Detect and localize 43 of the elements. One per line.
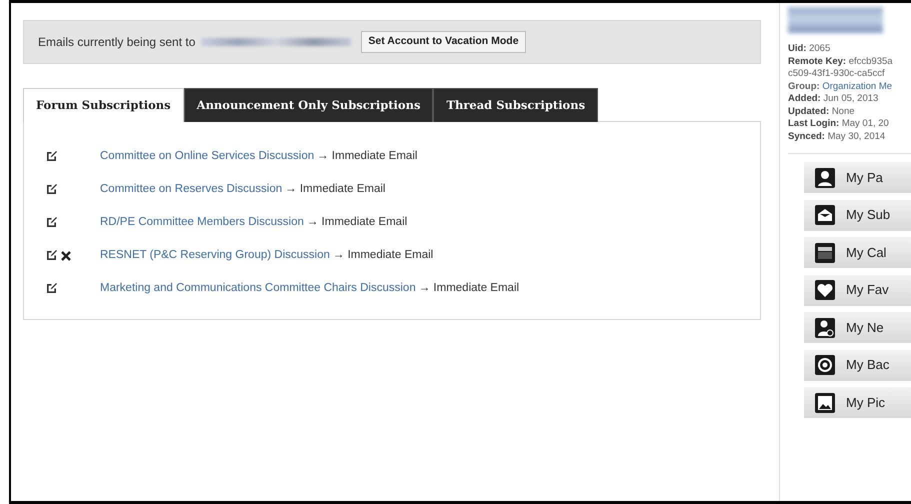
menu-button[interactable]: My Bac xyxy=(804,350,911,380)
edit-icon[interactable] xyxy=(46,283,57,294)
delivery-text: → Immediate Email xyxy=(306,214,408,230)
detail-line: Synced: May 30, 2014 xyxy=(788,130,886,143)
edit-icon[interactable] xyxy=(46,217,57,228)
edit-icon[interactable] xyxy=(46,250,57,261)
edit-icon[interactable] xyxy=(46,151,57,162)
calendar-icon xyxy=(814,242,836,264)
edit-icon[interactable] xyxy=(46,184,57,195)
tab[interactable]: Announcement Only Subscriptions xyxy=(184,88,434,122)
forum-link[interactable]: Marketing and Communications Committee Chairs Discussion xyxy=(100,280,416,298)
detail-line: Remote Key: efccb935a xyxy=(788,56,894,68)
tab[interactable]: Thread Subscriptions xyxy=(433,88,598,122)
detail-line: Uid: 2065 xyxy=(788,43,832,56)
detail-label: Group: xyxy=(788,80,820,92)
forum-link[interactable]: Committee on Online Services Discussion xyxy=(100,148,314,166)
menu-button[interactable]: My Pic xyxy=(804,387,911,418)
forum-link[interactable]: RD/PE Committee Members Discussion xyxy=(100,214,304,232)
envelope-icon xyxy=(814,204,836,226)
picture-icon xyxy=(814,392,836,414)
vacation-mode-button[interactable]: Set Account to Vacation Mode xyxy=(361,31,526,53)
menu-button[interactable]: My Ne xyxy=(804,312,911,343)
forum-link[interactable]: RESNET (P&C Reserving Group) Discussion xyxy=(100,246,330,264)
menu-button[interactable]: My Pa xyxy=(804,162,911,193)
badge-icon xyxy=(814,354,836,376)
detail-line: Added: Jun 05, 2013 xyxy=(788,93,880,106)
delivery-text: → Immediate Email xyxy=(418,280,520,296)
menu-button[interactable]: My Cal xyxy=(804,237,911,268)
menu-button[interactable]: My Sub xyxy=(804,200,911,230)
detail-line: c509-43f1-930c-ca5ccf xyxy=(788,68,886,80)
group-link[interactable]: Organization Me xyxy=(822,80,892,92)
notice-text: Emails currently being sent to xyxy=(38,34,196,51)
person-icon xyxy=(814,316,836,338)
tab[interactable]: Forum Subscriptions xyxy=(23,88,184,122)
menu-button[interactable]: My Fav xyxy=(804,274,911,306)
delivery-text: → Immediate Email xyxy=(285,182,386,197)
delivery-text: → Immediate Email xyxy=(317,148,418,164)
detail-line: Updated: None xyxy=(788,106,856,118)
profile-icon xyxy=(814,166,836,188)
remove-icon[interactable] xyxy=(61,250,71,260)
forum-link[interactable]: Committee on Reserves Discussion xyxy=(100,180,282,198)
detail-line: Last Login: May 01, 20 xyxy=(788,118,890,130)
delivery-text: → Immediate Email xyxy=(332,248,434,263)
